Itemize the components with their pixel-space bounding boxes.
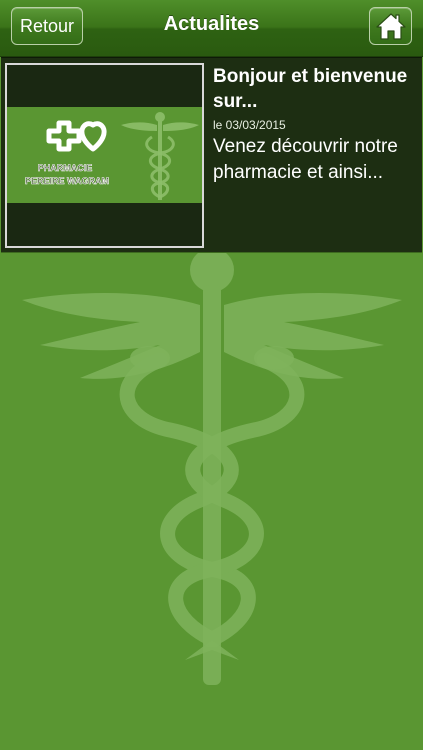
navigation-bar: Retour Actualites	[0, 0, 423, 57]
news-excerpt: Venez découvrir notre pharmacie et ainsi…	[213, 136, 398, 183]
logo-line-2: PEREIRE WAGRAM	[25, 176, 109, 186]
news-title: Bonjour et bienvenue sur...	[213, 66, 408, 112]
home-icon	[376, 13, 406, 40]
pharmacy-logo-icon: PHARMACIE PEREIRE WAGRAM	[7, 65, 202, 246]
news-list-item[interactable]: PHARMACIE PEREIRE WAGRAM Bonjour et bien…	[1, 57, 422, 253]
news-list: PHARMACIE PEREIRE WAGRAM Bonjour et bien…	[0, 57, 423, 253]
news-date: le 03/03/2015	[213, 118, 286, 132]
back-button[interactable]: Retour	[11, 7, 83, 45]
logo-line-1: PHARMACIE	[38, 163, 93, 173]
home-button[interactable]	[369, 7, 412, 45]
page-title: Actualites	[163, 13, 260, 35]
news-thumbnail: PHARMACIE PEREIRE WAGRAM	[5, 63, 204, 248]
